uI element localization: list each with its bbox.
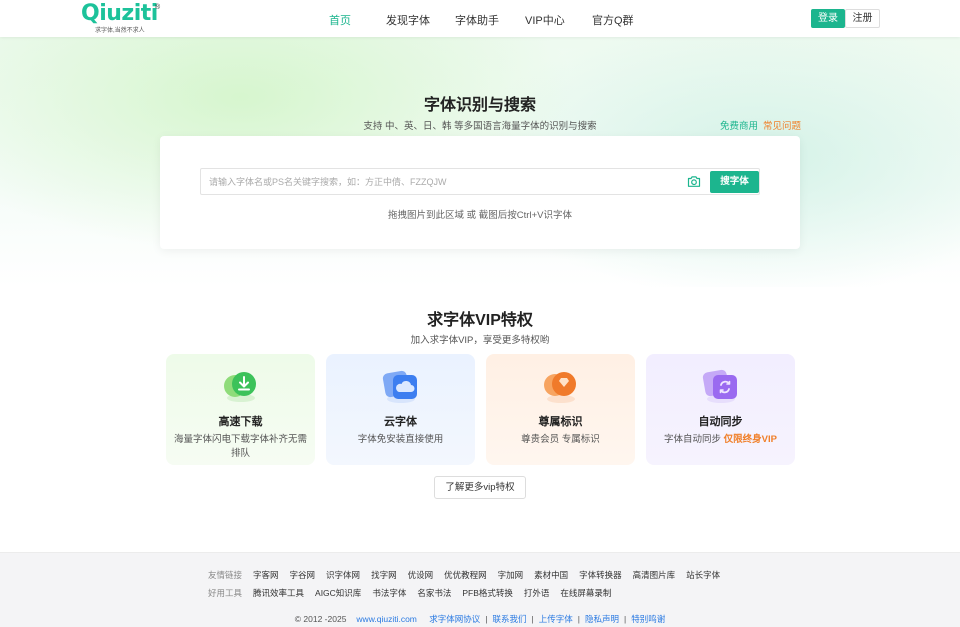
logo-text: Qiuziti: [81, 1, 158, 26]
vip-card-desc-text: 尊贵会员 专属标识: [521, 434, 600, 445]
friend-link[interactable]: 字谷网: [290, 570, 316, 580]
vip-card-desc: 尊贵会员 专属标识: [494, 433, 627, 447]
vip-card-title: 尊属标识: [538, 416, 583, 428]
vip-card-title: 自动同步: [698, 416, 743, 428]
nav-vip-center[interactable]: VIP中心: [525, 12, 565, 28]
nav-discover-fonts[interactable]: 发现字体: [386, 12, 430, 28]
friend-link[interactable]: 优设网: [408, 570, 434, 580]
download-icon: [220, 366, 262, 404]
vip-card-desc: 字体免安装直接使用: [334, 433, 467, 447]
friend-link[interactable]: 字体转换器: [579, 570, 622, 580]
search-input[interactable]: [201, 169, 681, 194]
tools-row: 好用工具 腾讯效率工具 AIGC知识库 书法字体 名家书法 PFB格式转换 打外语 在线屏幕录…: [208, 587, 622, 599]
vip-card-cloud-font[interactable]: 云字体 字体免安装直接使用: [326, 354, 475, 465]
friend-links-row: 友情链接 字客网 字谷网 识字体网 找字网 优设网 优优教程网 字加网 素材中国 字体转换器 高清图…: [208, 569, 731, 581]
friend-link[interactable]: 找字网: [371, 570, 397, 580]
vip-card-title: 云字体: [384, 416, 417, 428]
vip-card-fast-download[interactable]: 高速下载 海量字体闪电下载字体补齐无需排队: [166, 354, 315, 465]
friend-link[interactable]: 识字体网: [326, 570, 360, 580]
sync-icon: [700, 366, 742, 404]
search-button[interactable]: 搜字体: [710, 171, 759, 193]
footer-link-agreement[interactable]: 求字体网协议: [429, 614, 480, 624]
login-button[interactable]: 登录: [811, 9, 845, 28]
vip-card-desc: 字体自动同步 仅限终身VIP: [654, 433, 787, 447]
footer-link-contact[interactable]: 联系我们: [493, 614, 527, 624]
nav-font-assistant[interactable]: 字体助手: [455, 12, 499, 28]
footer-link-thanks[interactable]: 特别鸣谢: [631, 614, 665, 624]
vip-card-auto-sync[interactable]: 自动同步 字体自动同步 仅限终身VIP: [646, 354, 795, 465]
search-box: 搜字体: [200, 168, 760, 195]
friend-link[interactable]: 站长字体: [686, 570, 720, 580]
free-commercial-link[interactable]: 免费商用: [720, 118, 758, 132]
friend-link[interactable]: 高清图片库: [633, 570, 676, 580]
drop-hint: 拖拽图片到此区域 或 截图后按Ctrl+V识字体: [388, 210, 572, 221]
nav-home[interactable]: 首页: [329, 12, 351, 28]
tool-link[interactable]: PFB格式转换: [462, 588, 513, 598]
hero-title: 字体识别与搜索: [423, 97, 536, 114]
copyright-text: © 2012 -2025: [294, 614, 347, 624]
friend-links-label: 友情链接: [208, 570, 243, 580]
friend-link[interactable]: 字加网: [498, 570, 524, 580]
vip-card-title: 高速下载: [218, 416, 263, 428]
vip-card-desc-text: 字体自动同步: [664, 434, 722, 445]
vip-card-desc-text: 海量字体闪电下载字体补齐无需排队: [174, 434, 308, 459]
vip-card-desc: 海量字体闪电下载字体补齐无需排队: [174, 433, 307, 461]
faq-link[interactable]: 常见问题: [763, 118, 801, 132]
tool-link[interactable]: 在线屏幕录制: [560, 588, 611, 598]
site-domain[interactable]: www.qiuziti.com: [356, 614, 416, 624]
register-button[interactable]: 注册: [845, 9, 880, 28]
learn-more-vip-button[interactable]: 了解更多vip特权: [434, 476, 526, 499]
top-header: Qiuziti ® 求字体,当然不求人 首页 发现字体 字体助手 VIP中心 官…: [0, 0, 960, 37]
tool-link[interactable]: 书法字体: [372, 588, 406, 598]
logo[interactable]: Qiuziti ® 求字体,当然不求人: [81, 1, 161, 35]
friend-link[interactable]: 字客网: [253, 570, 279, 580]
footer: 友情链接 字客网 字谷网 识字体网 找字网 优设网 优优教程网 字加网 素材中国 字体转换器 高清图…: [0, 552, 960, 627]
friend-link[interactable]: 优优教程网: [444, 570, 487, 580]
tool-link[interactable]: 腾讯效率工具: [253, 588, 304, 598]
friend-link[interactable]: 素材中国: [534, 570, 568, 580]
vip-card-exclusive-badge[interactable]: 尊属标识 尊贵会员 专属标识: [486, 354, 635, 465]
hero-subtitle: 支持 中、英、日、韩 等多国语言海量字体的识别与搜索: [363, 121, 597, 132]
footer-link-upload[interactable]: 上传字体: [539, 614, 573, 624]
camera-icon[interactable]: [687, 175, 701, 188]
tool-link[interactable]: 打外语: [524, 588, 550, 598]
vip-section-subtitle: 加入求字体VIP，享受更多特权哟: [410, 335, 550, 346]
vip-section-title: 求字体VIP特权: [427, 312, 533, 329]
search-card[interactable]: 搜字体 拖拽图片到此区域 或 截图后按Ctrl+V识字体: [160, 136, 800, 249]
diamond-icon: [540, 366, 582, 404]
logo-registered-mark: ®: [155, 4, 161, 11]
copyright-row: © 2012 -2025 www.qiuziti.com 求字体网协议 | 联系我们 |…: [294, 614, 666, 624]
tool-link[interactable]: AIGC知识库: [315, 588, 361, 598]
tools-label: 好用工具: [208, 588, 243, 598]
tool-link[interactable]: 名家书法: [417, 588, 451, 598]
cloud-icon: [380, 366, 422, 404]
nav-official-qq-group[interactable]: 官方Q群: [592, 12, 634, 28]
vip-card-desc-text: 字体免安装直接使用: [357, 434, 444, 445]
logo-tagline: 求字体,当然不求人: [95, 28, 145, 34]
footer-link-privacy[interactable]: 隐私声明: [585, 614, 619, 624]
lifetime-vip-highlight: 仅限终身VIP: [723, 434, 777, 445]
